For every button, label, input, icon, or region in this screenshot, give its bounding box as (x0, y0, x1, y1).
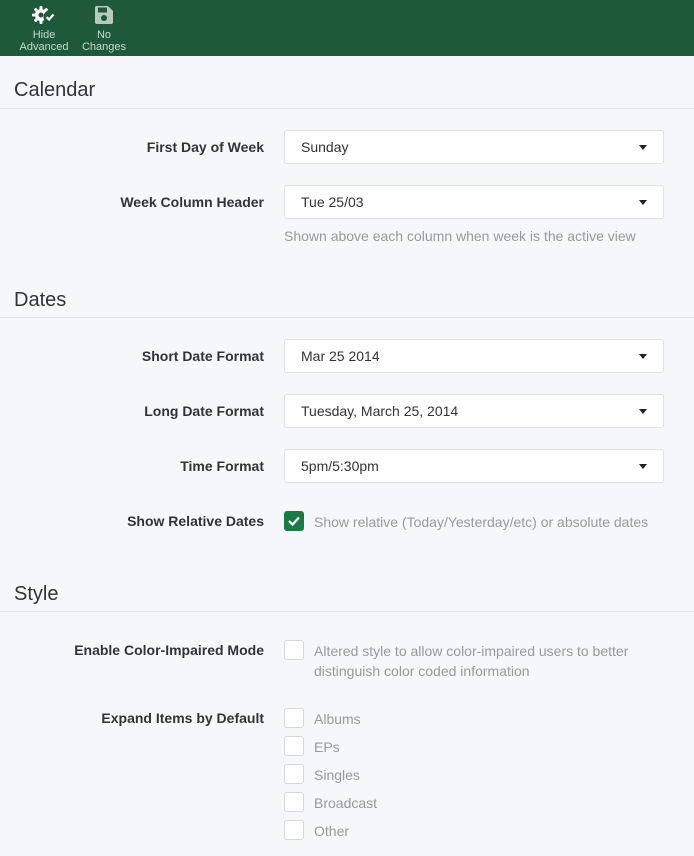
gears-check-icon (30, 4, 58, 26)
week-header-select[interactable]: Tue 25/03 (284, 185, 664, 219)
week-header-help: Shown above each column when week is the… (284, 228, 636, 244)
caret-down-icon (639, 200, 647, 205)
time-format-value: 5pm/5:30pm (301, 458, 379, 474)
expand-albums-text: Albums (314, 711, 361, 727)
relative-dates-label: Show Relative Dates (127, 513, 264, 529)
hide-advanced-label-2: Advanced (19, 41, 69, 53)
week-header-value: Tue 25/03 (301, 194, 364, 210)
section-divider (0, 611, 694, 612)
expand-singles-checkbox[interactable] (284, 764, 304, 784)
calendar-section-title: Calendar (14, 79, 96, 101)
time-format-label: Time Format (180, 458, 264, 474)
expand-eps-text: EPs (314, 739, 340, 755)
first-day-value: Sunday (301, 139, 349, 155)
expand-singles-text: Singles (314, 767, 360, 783)
color-impaired-label: Enable Color-Impaired Mode (74, 642, 264, 658)
color-impaired-text-1: Altered style to allow color-impaired us… (314, 643, 629, 659)
week-header-label: Week Column Header (120, 194, 264, 210)
dates-section-title: Dates (14, 289, 67, 311)
expand-albums-checkbox[interactable] (284, 708, 304, 728)
long-date-label: Long Date Format (144, 403, 264, 419)
caret-down-icon (639, 145, 647, 150)
expand-other-checkbox[interactable] (284, 820, 304, 840)
color-impaired-checkbox[interactable] (284, 640, 304, 660)
first-day-label: First Day of Week (146, 139, 264, 155)
save-icon (94, 4, 114, 26)
checkmark-icon (288, 516, 300, 527)
no-changes-button[interactable]: No Changes (76, 0, 132, 56)
caret-down-icon (639, 409, 647, 414)
expand-other-text: Other (314, 823, 350, 839)
style-section-title: Style (14, 583, 59, 605)
expand-broadcast-text: Broadcast (314, 795, 378, 811)
long-date-select[interactable]: Tuesday, March 25, 2014 (284, 394, 664, 428)
short-date-select[interactable]: Mar 25 2014 (284, 339, 664, 373)
expand-eps-checkbox[interactable] (284, 736, 304, 756)
caret-down-icon (639, 464, 647, 469)
no-changes-label-2: Changes (81, 41, 127, 53)
long-date-value: Tuesday, March 25, 2014 (301, 403, 459, 419)
relative-dates-checkbox[interactable] (284, 511, 304, 531)
expand-broadcast-checkbox[interactable] (284, 792, 304, 812)
short-date-label: Short Date Format (141, 348, 264, 364)
section-divider (0, 317, 694, 318)
section-divider (0, 108, 694, 109)
first-day-select[interactable]: Sunday (284, 130, 664, 164)
relative-dates-text: Show relative (Today/Yesterday/etc) or a… (314, 514, 649, 530)
hide-advanced-label-1: Hide (32, 29, 56, 41)
color-impaired-text-2: distinguish color coded information (314, 663, 530, 679)
short-date-value: Mar 25 2014 (301, 348, 380, 364)
caret-down-icon (639, 354, 647, 359)
hide-advanced-button[interactable]: Hide Advanced (14, 0, 74, 56)
toolbar: Hide Advanced No Changes (0, 0, 694, 56)
no-changes-label-1: No (96, 29, 112, 41)
expand-items-label: Expand Items by Default (101, 710, 264, 726)
time-format-select[interactable]: 5pm/5:30pm (284, 449, 664, 483)
